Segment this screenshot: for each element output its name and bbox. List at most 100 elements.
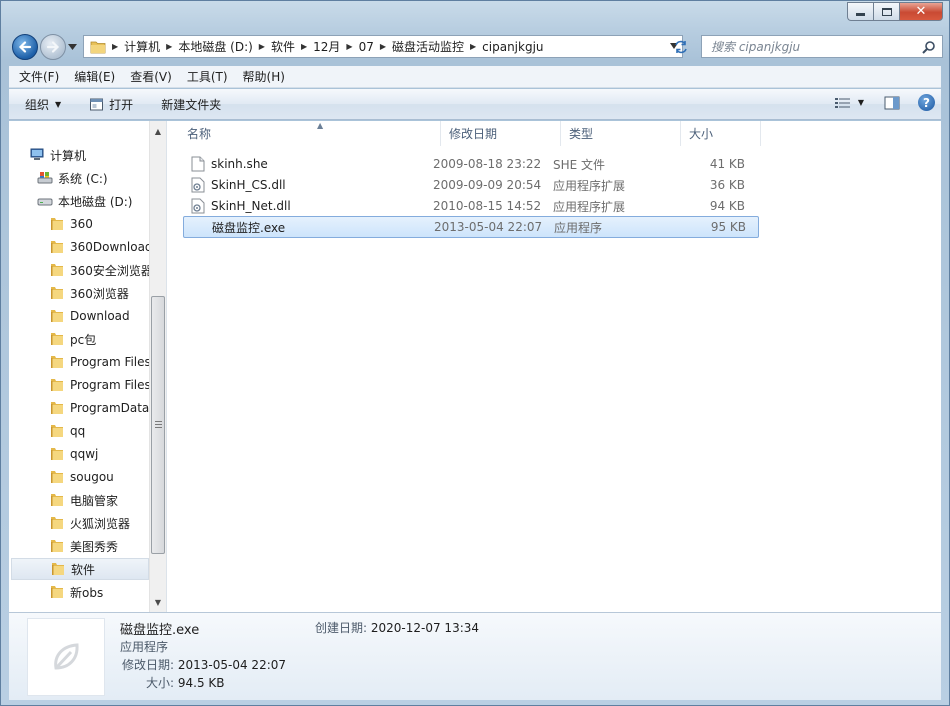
details-label: 大小: [146, 676, 175, 690]
tree-item-computer[interactable]: 计算机 [29, 144, 86, 166]
column-label: 名称 [187, 127, 212, 141]
recent-pages-chevron-icon[interactable] [68, 44, 77, 50]
file-row[interactable]: skinh.she 2009-08-18 23:22 SHE 文件 41 KB [183, 153, 759, 175]
forward-button[interactable] [40, 34, 66, 60]
search-input[interactable]: 搜索 cipanjkgju [701, 35, 943, 58]
column-header-date[interactable]: 修改日期 [441, 121, 561, 146]
tree-item-label: 系统 (C:) [58, 171, 108, 186]
tree-item-folder-selected[interactable]: 软件 [11, 558, 149, 580]
tree-item-label: Program Files [70, 355, 151, 369]
tree-item-folder[interactable]: qq [49, 420, 85, 442]
view-controls: ▼ ? [834, 94, 935, 111]
back-button[interactable] [12, 34, 38, 60]
file-date: 2009-08-18 23:22 [433, 157, 542, 171]
refresh-button[interactable] [669, 35, 693, 58]
new-folder-label: 新建文件夹 [161, 97, 222, 112]
file-row-selected[interactable]: 磁盘监控.exe 2013-05-04 22:07 应用程序 95 KB [183, 216, 759, 238]
breadcrumb-item[interactable]: 12月 [313, 38, 340, 55]
file-size: 41 KB [709, 157, 745, 171]
new-folder-button[interactable]: 新建文件夹 [161, 96, 221, 113]
tree-item-drive-d[interactable]: 本地磁盘 (D:) [37, 190, 132, 212]
blank-file-icon [191, 156, 205, 172]
tree-item-folder[interactable]: Program Files [49, 374, 151, 396]
tree-item-folder[interactable]: sougou [49, 466, 114, 488]
scrollbar-thumb[interactable] [151, 296, 165, 554]
leaf-icon [54, 643, 79, 670]
navigation-pane: 计算机 系统 (C:) 本地磁盘 (D:) 360 360Download 36… [9, 121, 167, 612]
file-size: 94 KB [709, 199, 745, 213]
menu-edit[interactable]: 编辑(E) [64, 68, 120, 85]
file-row[interactable]: SkinH_CS.dll 2009-09-09 20:54 应用程序扩展 36 … [183, 174, 759, 196]
tree-item-folder[interactable]: 美图秀秀 [49, 535, 118, 557]
tree-item-label: Download [70, 309, 130, 323]
maximize-button[interactable] [873, 2, 899, 21]
folder-icon [51, 356, 63, 368]
help-icon[interactable]: ? [918, 94, 935, 111]
breadcrumb-item[interactable]: 磁盘活动监控 [392, 38, 464, 55]
details-value: 2020-12-07 13:34 [370, 621, 480, 635]
tree-item-folder[interactable]: 新obs [49, 581, 103, 603]
scroll-up-icon[interactable]: ▲ [150, 123, 166, 139]
file-date: 2009-09-09 20:54 [433, 178, 542, 192]
open-label: 打开 [109, 97, 134, 112]
nav-scrollbar[interactable]: ▲ ▼ [149, 121, 166, 612]
organize-label: 组织 [25, 97, 50, 112]
column-label: 类型 [569, 127, 594, 141]
breadcrumb-item[interactable]: 07 [359, 40, 374, 54]
tree-item-label: 360Download [70, 240, 153, 254]
tree-item-label: ProgramData [70, 401, 150, 415]
tree-item-folder[interactable]: 360 [49, 213, 93, 235]
tree-item-folder[interactable]: ProgramData [49, 397, 149, 419]
column-header-name[interactable]: 名称 ▲ [179, 121, 441, 146]
column-header-type[interactable]: 类型 [561, 121, 681, 146]
file-name-cell: SkinH_Net.dll [183, 198, 433, 214]
organize-button[interactable]: 组织 ▼ [25, 96, 61, 113]
folder-icon [51, 517, 63, 529]
tree-item-folder[interactable]: Download [49, 305, 130, 327]
tree-item-folder[interactable]: 电脑管家 [49, 489, 118, 511]
menu-help[interactable]: 帮助(H) [233, 68, 290, 85]
file-date: 2010-08-15 14:52 [433, 199, 542, 213]
tree-item-folder[interactable]: 火狐浏览器 [49, 512, 130, 534]
tree-item-folder[interactable]: 360安全浏览器 [49, 259, 153, 281]
explorer-window: ✕ ▶ 计算机 ▶ 本地磁盘 (D:) ▶ 软件 ▶ 12月 ▶ 07 ▶ 磁盘… [0, 0, 950, 706]
breadcrumb-item[interactable]: 计算机 [124, 38, 160, 55]
tree-item-drive-c[interactable]: 系统 (C:) [37, 167, 108, 189]
tree-item-label: 360 [70, 217, 93, 231]
tree-item-folder[interactable]: 360浏览器 [49, 282, 129, 304]
column-label: 修改日期 [449, 127, 498, 141]
refresh-icon [675, 40, 687, 53]
tree-item-label: Program Files [70, 378, 151, 392]
folder-icon [52, 563, 64, 575]
details-file-type: 应用程序 [120, 640, 169, 654]
dll-file-icon [191, 198, 205, 214]
breadcrumb-item[interactable]: cipanjkgju [482, 40, 543, 54]
column-header-size[interactable]: 大小 [681, 121, 761, 146]
address-bar[interactable]: ▶ 计算机 ▶ 本地磁盘 (D:) ▶ 软件 ▶ 12月 ▶ 07 ▶ 磁盘活动… [83, 35, 683, 58]
tree-item-folder[interactable]: qqwj [49, 443, 98, 465]
search-icon[interactable] [922, 40, 936, 54]
details-modified: 修改日期: 2013-05-04 22:07 [122, 656, 286, 673]
breadcrumb-item[interactable]: 本地磁盘 (D:) [178, 38, 252, 55]
file-row[interactable]: SkinH_Net.dll 2010-08-15 14:52 应用程序扩展 94… [183, 195, 759, 217]
view-options-chevron-icon[interactable]: ▼ [858, 98, 864, 107]
breadcrumb-item[interactable]: 软件 [271, 38, 295, 55]
file-name-cell: 磁盘监控.exe [184, 219, 434, 236]
tree-item-folder[interactable]: pc包 [49, 328, 96, 350]
tree-item-folder[interactable]: 360Download [49, 236, 153, 258]
details-created: 创建日期: 2020-12-07 13:34 [315, 619, 479, 636]
scroll-down-icon[interactable]: ▼ [150, 594, 166, 610]
menu-file[interactable]: 文件(F) [9, 68, 64, 85]
close-button[interactable]: ✕ [899, 2, 943, 21]
folder-icon [51, 425, 63, 437]
menu-tools[interactable]: 工具(T) [177, 68, 233, 85]
menu-view[interactable]: 查看(V) [120, 68, 177, 85]
tree-item-label: 360安全浏览器 [70, 263, 153, 278]
open-button[interactable]: 打开 [89, 96, 133, 113]
view-details-icon[interactable] [834, 96, 852, 110]
file-type: 应用程序扩展 [553, 178, 626, 193]
tree-item-folder[interactable]: Program Files [49, 351, 151, 373]
minimize-button[interactable] [847, 2, 873, 21]
details-file-name: 磁盘监控.exe [120, 623, 200, 638]
preview-pane-icon[interactable] [884, 96, 900, 110]
